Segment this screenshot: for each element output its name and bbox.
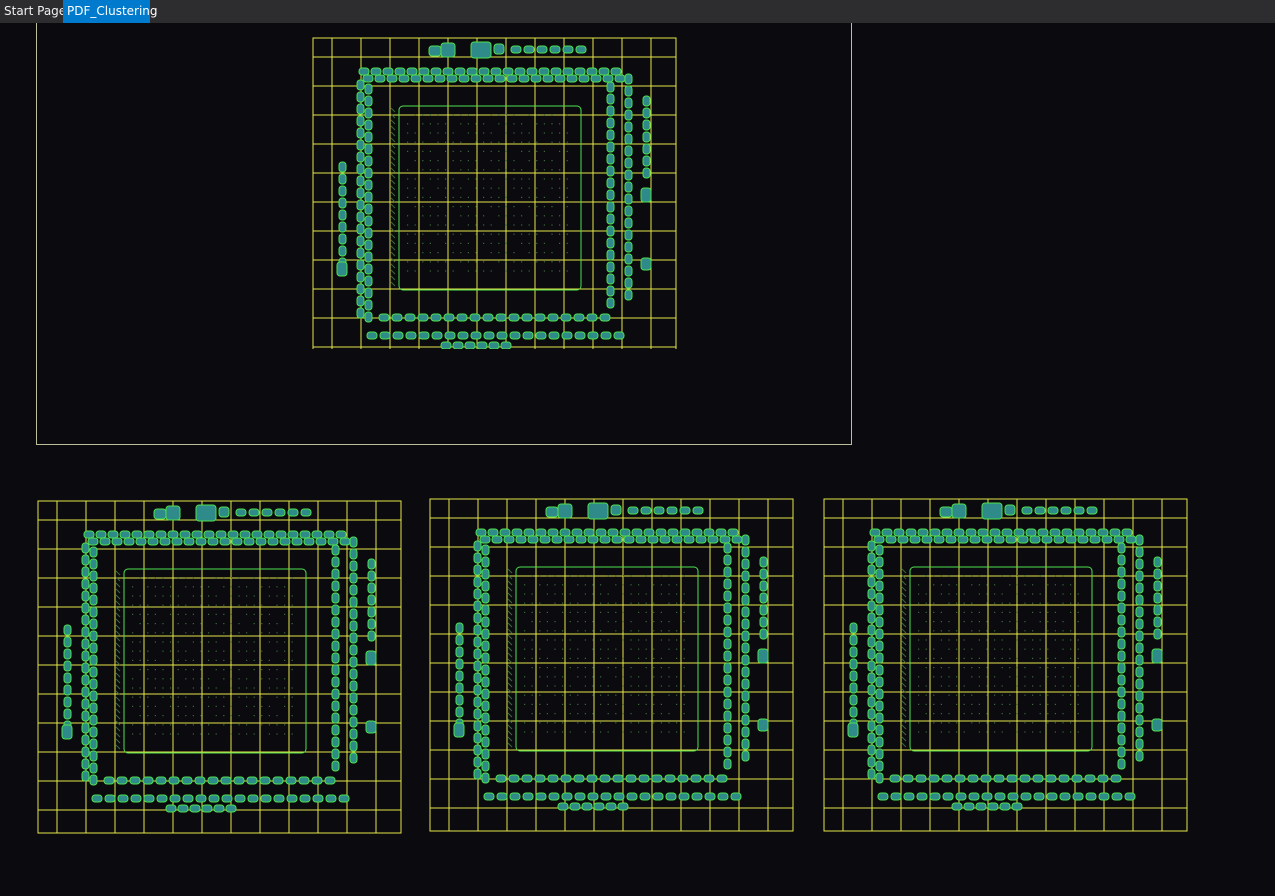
tab-pdf-clustering[interactable]: PDF_Clustering [63,0,158,23]
components [453,502,769,811]
pin-field [390,107,568,287]
components [336,41,652,349]
tab-start-page[interactable]: Start Page [0,0,66,23]
components [847,502,1163,811]
pin-field [901,568,1079,748]
cluster-layout-3[interactable] [428,473,798,835]
pin-field [115,570,293,750]
cluster-layout-1[interactable] [311,23,681,349]
cluster-layout-4[interactable] [822,473,1192,835]
layout-canvas[interactable] [0,23,1275,896]
cluster-layout-2[interactable] [36,475,406,837]
components [61,504,377,813]
document-tab-bar: Start Page PDF_Clustering [0,0,1275,23]
pin-field [507,568,685,748]
